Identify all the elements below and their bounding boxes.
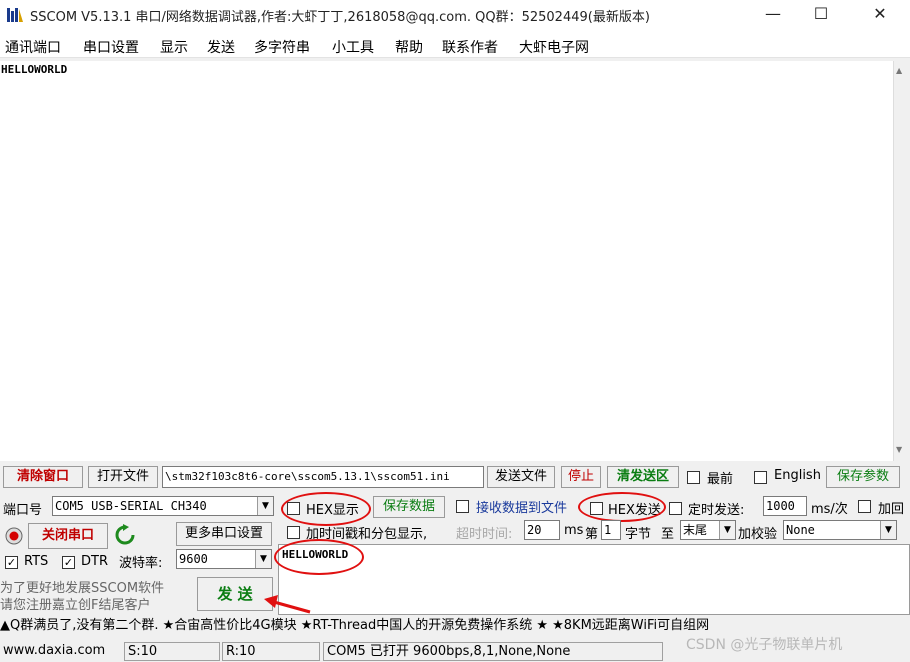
port-label: 端口号 — [3, 503, 43, 518]
menu-serial-settings[interactable]: 串口设置 — [83, 37, 139, 57]
dtr-checkbox[interactable]: ✓ — [62, 556, 75, 569]
refresh-icon[interactable] — [114, 524, 136, 546]
menu-tools[interactable]: 小工具 — [332, 37, 374, 57]
recv-to-file-label: 接收数据到文件 — [476, 501, 568, 516]
interval-input[interactable]: 1000 — [763, 496, 807, 516]
file-path-input[interactable]: \stm32f103c8t6-core\sscom5.13.1\sscom51.… — [162, 466, 484, 488]
annotation-circle-send-text — [274, 539, 364, 575]
baud-rate-dropdown-icon[interactable]: ▼ — [255, 550, 271, 568]
menu-display[interactable]: 显示 — [160, 37, 188, 57]
byte-unit-label: 字节 — [625, 527, 652, 542]
watermark-text: CSDN @光子物联单片机 — [686, 637, 843, 653]
annotation-arrow-icon — [264, 595, 311, 614]
send-file-button[interactable]: 发送文件 — [487, 466, 555, 488]
open-file-button[interactable]: 打开文件 — [88, 466, 158, 488]
english-label: English — [774, 468, 821, 483]
byte-nth-label: 第 — [585, 527, 599, 542]
receive-scrollbar[interactable] — [893, 61, 910, 461]
status-sent-count: S:10 — [124, 642, 220, 661]
receive-text: HELLOWORLD — [1, 63, 68, 76]
clear-send-area-button[interactable]: 清发送区 — [607, 466, 679, 488]
checksum-label: 加校验 — [738, 527, 778, 542]
more-port-settings-button[interactable]: 更多串口设置 — [176, 522, 272, 546]
receive-area[interactable] — [0, 61, 893, 461]
rts-checkbox[interactable]: ✓ — [5, 556, 18, 569]
window-title: SSCOM V5.13.1 串口/网络数据调试器,作者:大虾丁丁,2618058… — [30, 10, 650, 25]
menu-help[interactable]: 帮助 — [395, 37, 423, 57]
dtr-label: DTR — [81, 554, 108, 569]
promo-line-2: 请您注册嘉立创F结尾客户 — [0, 598, 151, 613]
close-button[interactable]: ✕ — [857, 0, 903, 30]
close-port-button[interactable]: 关闭串口 — [28, 523, 108, 549]
english-checkbox[interactable] — [754, 471, 767, 484]
status-port-state: COM5 已打开 9600bps,8,1,None,None — [323, 642, 663, 661]
recv-to-file-checkbox[interactable] — [456, 500, 469, 513]
timed-send-checkbox[interactable] — [669, 502, 682, 515]
menu-send[interactable]: 发送 — [207, 37, 235, 57]
byte-to-label: 至 — [661, 527, 675, 542]
rts-label: RTS — [24, 554, 49, 569]
timeout-ms-label: ms — [564, 523, 584, 538]
timestamp-checkbox[interactable] — [287, 526, 300, 539]
always-on-top-label: 最前 — [707, 472, 734, 487]
maximize-button[interactable]: ☐ — [798, 0, 844, 30]
app-logo-icon — [7, 8, 23, 22]
end-position-dropdown-icon[interactable]: ▼ — [719, 521, 735, 539]
clear-window-button[interactable]: 清除窗口 — [3, 466, 83, 488]
add-return-checkbox[interactable] — [858, 500, 871, 513]
add-return-label: 加回 — [878, 502, 905, 517]
timeout-input[interactable]: 20 — [524, 520, 560, 540]
timeout-label: 超时时间: — [456, 527, 513, 542]
save-params-button[interactable]: 保存参数 — [826, 466, 900, 488]
byte-index-input[interactable]: 1 — [601, 520, 621, 540]
checksum-dropdown-icon[interactable]: ▼ — [880, 521, 896, 539]
scroll-down-arrow-icon[interactable]: ▼ — [896, 445, 902, 454]
menu-multi-string[interactable]: 多字符串 — [254, 37, 310, 57]
status-site-link[interactable]: www.daxia.com — [0, 642, 120, 661]
menu-comm-port[interactable]: 通讯端口 — [5, 37, 61, 57]
send-text-area[interactable] — [278, 544, 910, 615]
stop-button[interactable]: 停止 — [561, 466, 601, 488]
status-received-count: R:10 — [222, 642, 320, 661]
baud-rate-label: 波特率: — [119, 556, 163, 571]
menu-contact-author[interactable]: 联系作者 — [442, 37, 498, 57]
port-select[interactable]: COM5 USB-SERIAL CH340 — [52, 496, 274, 516]
scroll-up-arrow-icon[interactable]: ▲ — [896, 66, 902, 75]
port-dropdown-icon[interactable]: ▼ — [257, 497, 273, 515]
menu-daxia-website[interactable]: 大虾电子网 — [519, 37, 589, 57]
always-on-top-checkbox[interactable] — [687, 471, 700, 484]
interval-unit-label: ms/次 — [811, 502, 848, 517]
save-data-button[interactable]: 保存数据 — [373, 496, 445, 518]
port-status-icon — [5, 527, 23, 545]
minimize-button[interactable]: — — [750, 0, 796, 30]
annotation-circle-hex-send — [578, 492, 666, 522]
timed-send-label: 定时发送: — [688, 503, 745, 518]
annotation-circle-hex-display — [281, 492, 371, 526]
